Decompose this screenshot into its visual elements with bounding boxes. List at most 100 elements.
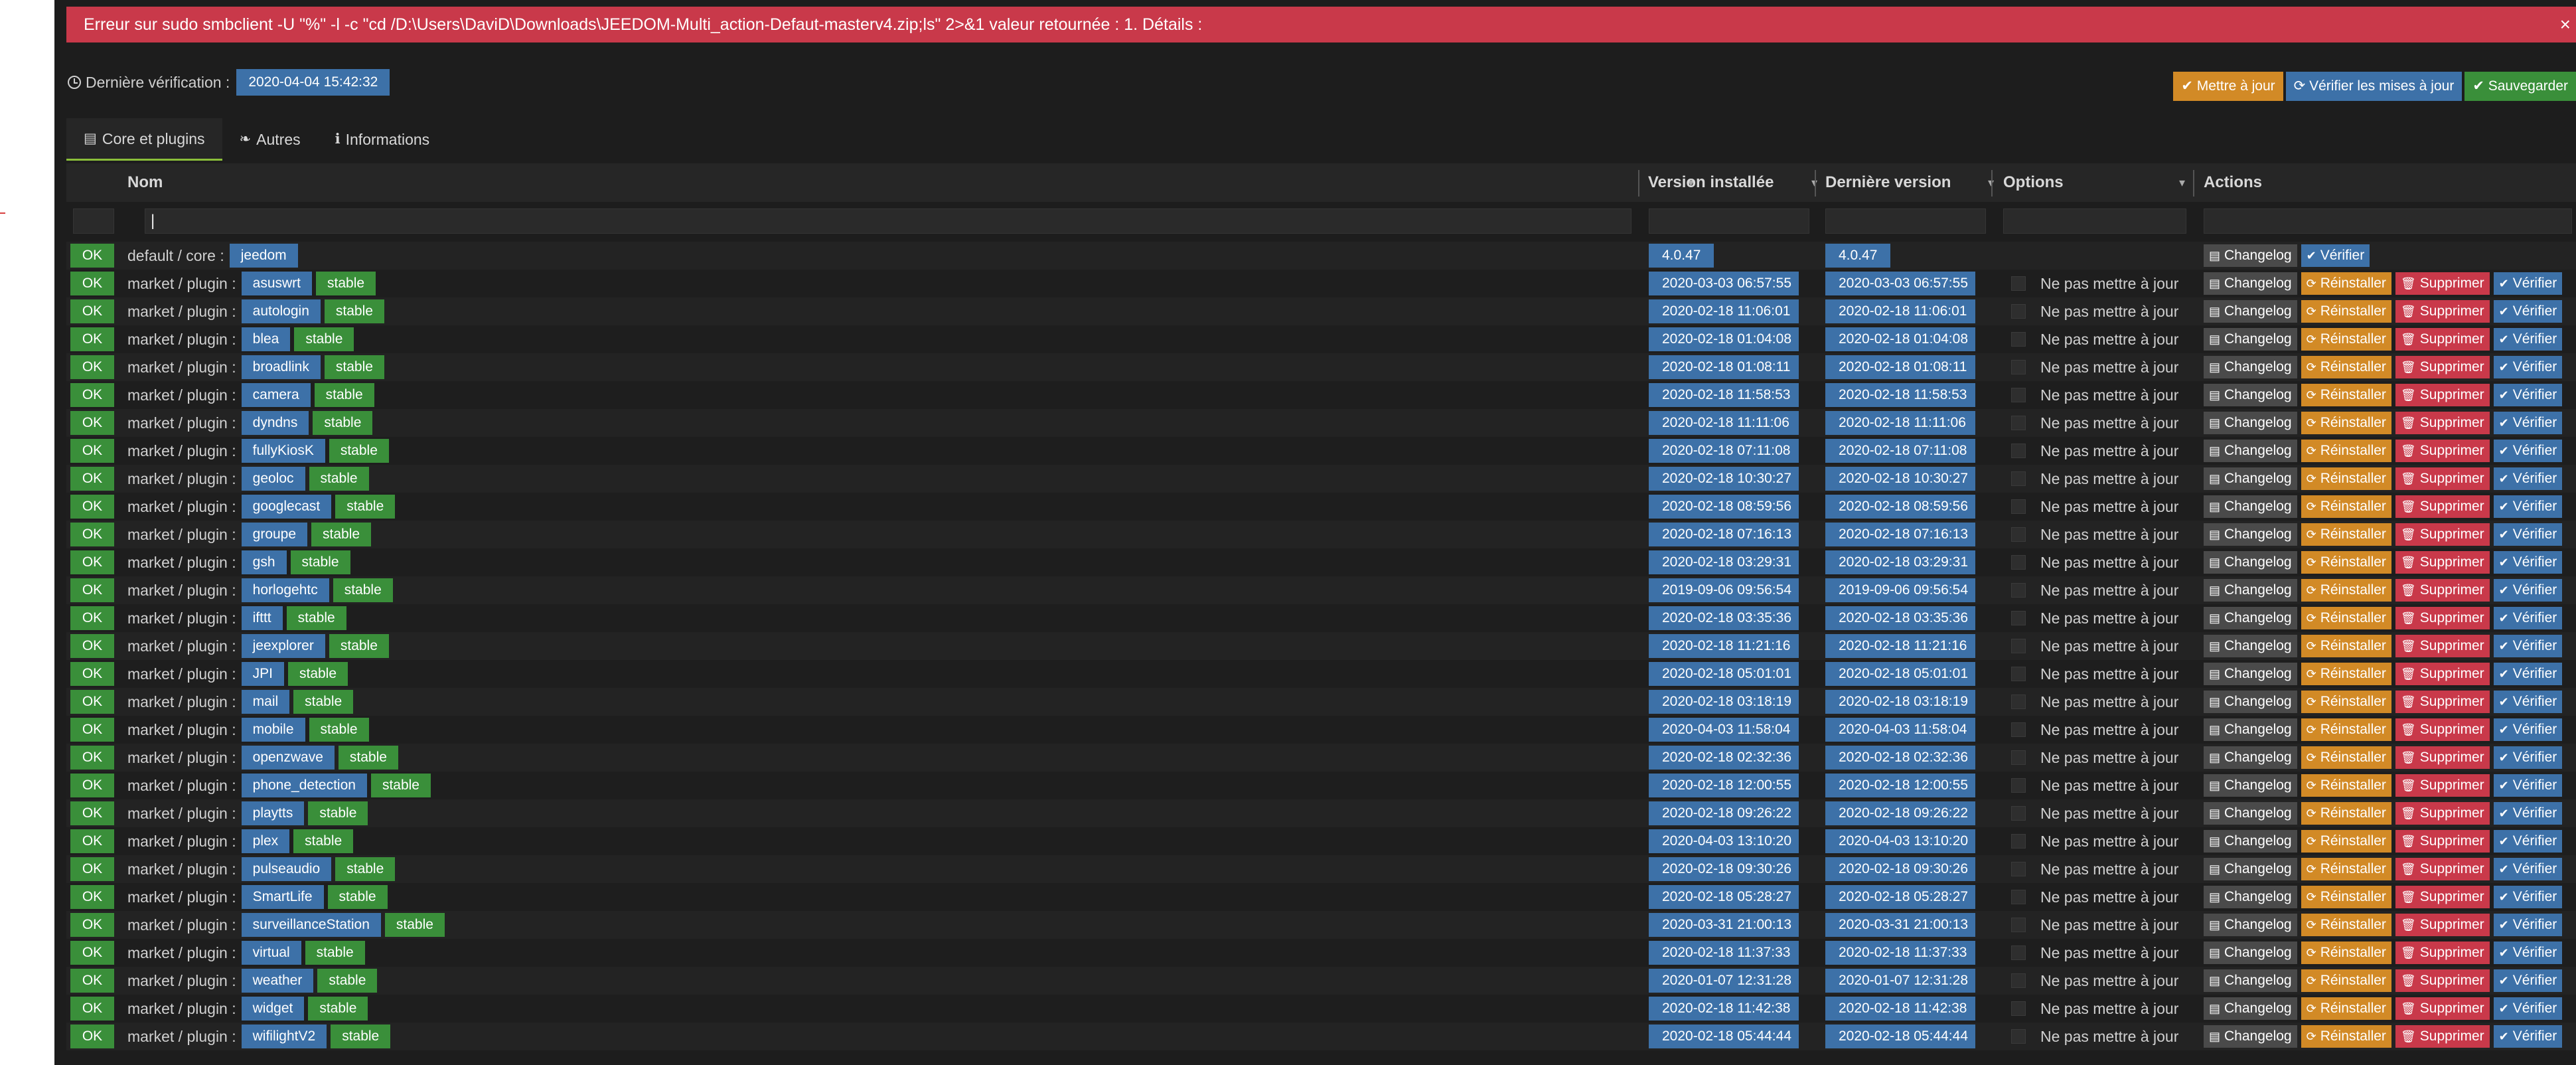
changelog-button[interactable]: ▤ Changelog — [2204, 272, 2297, 295]
delete-button[interactable]: 🗑 Supprimer — [2395, 942, 2490, 964]
no-update-checkbox[interactable] — [2011, 806, 2026, 821]
options-filter-input[interactable] — [2003, 208, 2186, 234]
delete-button[interactable]: 🗑 Supprimer — [2395, 718, 2490, 741]
delete-button[interactable]: 🗑 Supprimer — [2395, 886, 2490, 908]
name-filter-input[interactable]: | — [145, 208, 1631, 234]
delete-button[interactable]: 🗑 Supprimer — [2395, 663, 2490, 685]
delete-button[interactable]: 🗑 Supprimer — [2395, 774, 2490, 797]
reinstall-button[interactable]: ⟳ Réinstaller — [2301, 300, 2391, 323]
changelog-button[interactable]: ▤ Changelog — [2204, 356, 2297, 378]
reinstall-button[interactable]: ⟳ Réinstaller — [2301, 440, 2391, 462]
verify-button[interactable]: ✔ Vérifier — [2493, 663, 2563, 685]
verify-button[interactable]: ✔ Vérifier — [2493, 328, 2563, 351]
delete-button[interactable]: 🗑 Supprimer — [2395, 607, 2490, 629]
no-update-checkbox[interactable] — [2011, 778, 2026, 793]
changelog-button[interactable]: ▤ Changelog — [2204, 523, 2297, 546]
verify-button[interactable]: ✔ Vérifier — [2493, 691, 2563, 713]
delete-button[interactable]: 🗑 Supprimer — [2395, 746, 2490, 769]
no-update-checkbox[interactable] — [2011, 862, 2026, 876]
verify-button[interactable]: ✔ Vérifier — [2493, 495, 2563, 518]
no-update-checkbox[interactable] — [2011, 695, 2026, 709]
reinstall-button[interactable]: ⟳ Réinstaller — [2301, 914, 2391, 936]
changelog-button[interactable]: ▤ Changelog — [2204, 1025, 2297, 1048]
delete-button[interactable]: 🗑 Supprimer — [2395, 328, 2490, 351]
changelog-button[interactable]: ▤ Changelog — [2204, 802, 2297, 825]
reinstall-button[interactable]: ⟳ Réinstaller — [2301, 495, 2391, 518]
verify-button[interactable]: ✔ Vérifier — [2493, 858, 2563, 880]
delete-button[interactable]: 🗑 Supprimer — [2395, 300, 2490, 323]
changelog-button[interactable]: ▤ Changelog — [2204, 691, 2297, 713]
no-update-checkbox[interactable] — [2011, 304, 2026, 319]
check-updates-button[interactable]: ⟳ Vérifier les mises à jour — [2285, 72, 2462, 101]
reinstall-button[interactable]: ⟳ Réinstaller — [2301, 579, 2391, 602]
no-update-checkbox[interactable] — [2011, 973, 2026, 988]
verify-button[interactable]: ✔ Vérifier — [2493, 579, 2563, 602]
verify-button[interactable]: ✔ Vérifier — [2493, 1025, 2563, 1048]
no-update-checkbox[interactable] — [2011, 667, 2026, 681]
delete-button[interactable]: 🗑 Supprimer — [2395, 635, 2490, 657]
reinstall-button[interactable]: ⟳ Réinstaller — [2301, 969, 2391, 992]
no-update-checkbox[interactable] — [2011, 471, 2026, 486]
reinstall-button[interactable]: ⟳ Réinstaller — [2301, 412, 2391, 434]
actions-filter-input[interactable] — [2204, 208, 2572, 234]
verify-button[interactable]: ✔ Vérifier — [2493, 802, 2563, 825]
reinstall-button[interactable]: ⟳ Réinstaller — [2301, 467, 2391, 490]
changelog-button[interactable]: ▤ Changelog — [2204, 328, 2297, 351]
no-update-checkbox[interactable] — [2011, 1029, 2026, 1044]
verify-button[interactable]: ✔ Vérifier — [2493, 523, 2563, 546]
verify-button[interactable]: ✔ Vérifier — [2493, 412, 2563, 434]
no-update-checkbox[interactable] — [2011, 945, 2026, 960]
verify-button[interactable]: ✔ Vérifier — [2493, 969, 2563, 992]
reinstall-button[interactable]: ⟳ Réinstaller — [2301, 718, 2391, 741]
column-name[interactable]: Nom ▾ — [127, 163, 1701, 202]
no-update-checkbox[interactable] — [2011, 527, 2026, 542]
delete-button[interactable]: 🗑 Supprimer — [2395, 830, 2490, 853]
reinstall-button[interactable]: ⟳ Réinstaller — [2301, 663, 2391, 685]
verify-button[interactable]: ✔ Vérifier — [2493, 830, 2563, 853]
changelog-button[interactable]: ▤ Changelog — [2204, 718, 2297, 741]
no-update-checkbox[interactable] — [2011, 639, 2026, 653]
verify-button[interactable]: ✔ Vérifier — [2493, 272, 2563, 295]
verify-button[interactable]: ✔ Vérifier — [2493, 886, 2563, 908]
no-update-checkbox[interactable] — [2011, 583, 2026, 598]
changelog-button[interactable]: ▤ Changelog — [2204, 969, 2297, 992]
verify-button[interactable]: ✔ Vérifier — [2493, 384, 2563, 406]
changelog-button[interactable]: ▤ Changelog — [2204, 746, 2297, 769]
no-update-checkbox[interactable] — [2011, 499, 2026, 514]
no-update-checkbox[interactable] — [2011, 890, 2026, 904]
changelog-button[interactable]: ▤ Changelog — [2204, 607, 2297, 629]
close-icon[interactable]: × — [2560, 7, 2571, 42]
column-installed[interactable]: Version installée ▾ — [1648, 163, 1824, 202]
delete-button[interactable]: 🗑 Supprimer — [2395, 551, 2490, 574]
changelog-button[interactable]: ▤ Changelog — [2204, 663, 2297, 685]
no-update-checkbox[interactable] — [2011, 750, 2026, 765]
update-all-button[interactable]: ✔ Mettre à jour — [2173, 72, 2283, 101]
reinstall-button[interactable]: ⟳ Réinstaller — [2301, 691, 2391, 713]
verify-button[interactable]: ✔ Vérifier — [2493, 356, 2563, 378]
reinstall-button[interactable]: ⟳ Réinstaller — [2301, 523, 2391, 546]
delete-button[interactable]: 🗑 Supprimer — [2395, 384, 2490, 406]
no-update-checkbox[interactable] — [2011, 360, 2026, 374]
changelog-button[interactable]: ▤ Changelog — [2204, 551, 2297, 574]
delete-button[interactable]: 🗑 Supprimer — [2395, 579, 2490, 602]
no-update-checkbox[interactable] — [2011, 332, 2026, 347]
changelog-button[interactable]: ▤ Changelog — [2204, 579, 2297, 602]
no-update-checkbox[interactable] — [2011, 416, 2026, 430]
reinstall-button[interactable]: ⟳ Réinstaller — [2301, 607, 2391, 629]
reinstall-button[interactable]: ⟳ Réinstaller — [2301, 802, 2391, 825]
delete-button[interactable]: 🗑 Supprimer — [2395, 914, 2490, 936]
save-button[interactable]: ✔ Sauvegarder — [2464, 72, 2576, 101]
reinstall-button[interactable]: ⟳ Réinstaller — [2301, 328, 2391, 351]
no-update-checkbox[interactable] — [2011, 276, 2026, 291]
column-latest[interactable]: Dernière version ▾ — [1825, 163, 2001, 202]
delete-button[interactable]: 🗑 Supprimer — [2395, 691, 2490, 713]
changelog-button[interactable]: ▤ Changelog — [2204, 495, 2297, 518]
changelog-button[interactable]: ▤ Changelog — [2204, 858, 2297, 880]
changelog-button[interactable]: ▤ Changelog — [2204, 997, 2297, 1020]
reinstall-button[interactable]: ⟳ Réinstaller — [2301, 942, 2391, 964]
changelog-button[interactable]: ▤ Changelog — [2204, 942, 2297, 964]
verify-button[interactable]: ✔ Vérifier — [2493, 551, 2563, 574]
delete-button[interactable]: 🗑 Supprimer — [2395, 969, 2490, 992]
no-update-checkbox[interactable] — [2011, 444, 2026, 458]
reinstall-button[interactable]: ⟳ Réinstaller — [2301, 356, 2391, 378]
